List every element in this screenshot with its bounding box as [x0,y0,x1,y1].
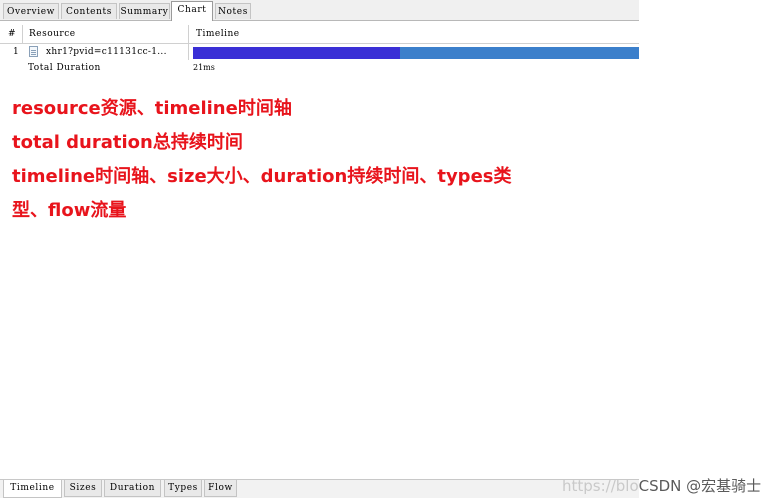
column-header-resource[interactable]: Resource [29,25,76,43]
bottom-tab-bar: Timeline Sizes Duration Types Flow [0,479,639,498]
tab-chart[interactable]: Chart [171,1,213,21]
watermark-url: https://blo [562,477,639,495]
tab-duration[interactable]: Duration [104,480,161,497]
annotation-notes: resource资源、timeline时间轴 total duration总持续… [12,92,512,228]
tab-overview[interactable]: Overview [3,3,59,19]
tab-notes[interactable]: Notes [215,3,251,19]
document-icon [29,46,38,57]
row-number: 1 [13,47,19,57]
watermark-text: CSDN @宏基骑士 [638,477,762,495]
total-duration-value: 21ms [193,63,215,72]
tab-timeline[interactable]: Timeline [3,480,62,498]
chart-panel: Overview Contents Summary Chart Notes # … [0,0,639,503]
tab-flow[interactable]: Flow [204,480,237,497]
column-header-number[interactable]: # [8,25,16,43]
note-line: 型、flow流量 [12,200,127,221]
timeline-bar-wait[interactable] [193,47,400,59]
tab-types[interactable]: Types [164,480,202,497]
grid-header: # Resource Timeline [0,25,639,44]
note-line: total duration总持续时间 [12,132,243,153]
tab-contents[interactable]: Contents [61,3,117,19]
timeline-bar-receive[interactable] [400,47,639,59]
tab-summary[interactable]: Summary [119,3,170,19]
note-line: timeline时间轴、size大小、duration持续时间、types类 [12,166,512,187]
column-divider[interactable] [22,25,23,43]
top-tab-bar: Overview Contents Summary Chart Notes [0,0,639,21]
note-line: resource资源、timeline时间轴 [12,98,292,119]
total-duration-label: Total Duration [28,63,101,73]
column-divider[interactable] [188,25,189,43]
tab-sizes[interactable]: Sizes [64,480,102,497]
resource-name: xhr1?pvid=c11131cc-1... [46,47,167,57]
column-header-timeline[interactable]: Timeline [196,25,240,43]
watermark: https://bloCSDN @宏基骑士 [562,475,761,496]
